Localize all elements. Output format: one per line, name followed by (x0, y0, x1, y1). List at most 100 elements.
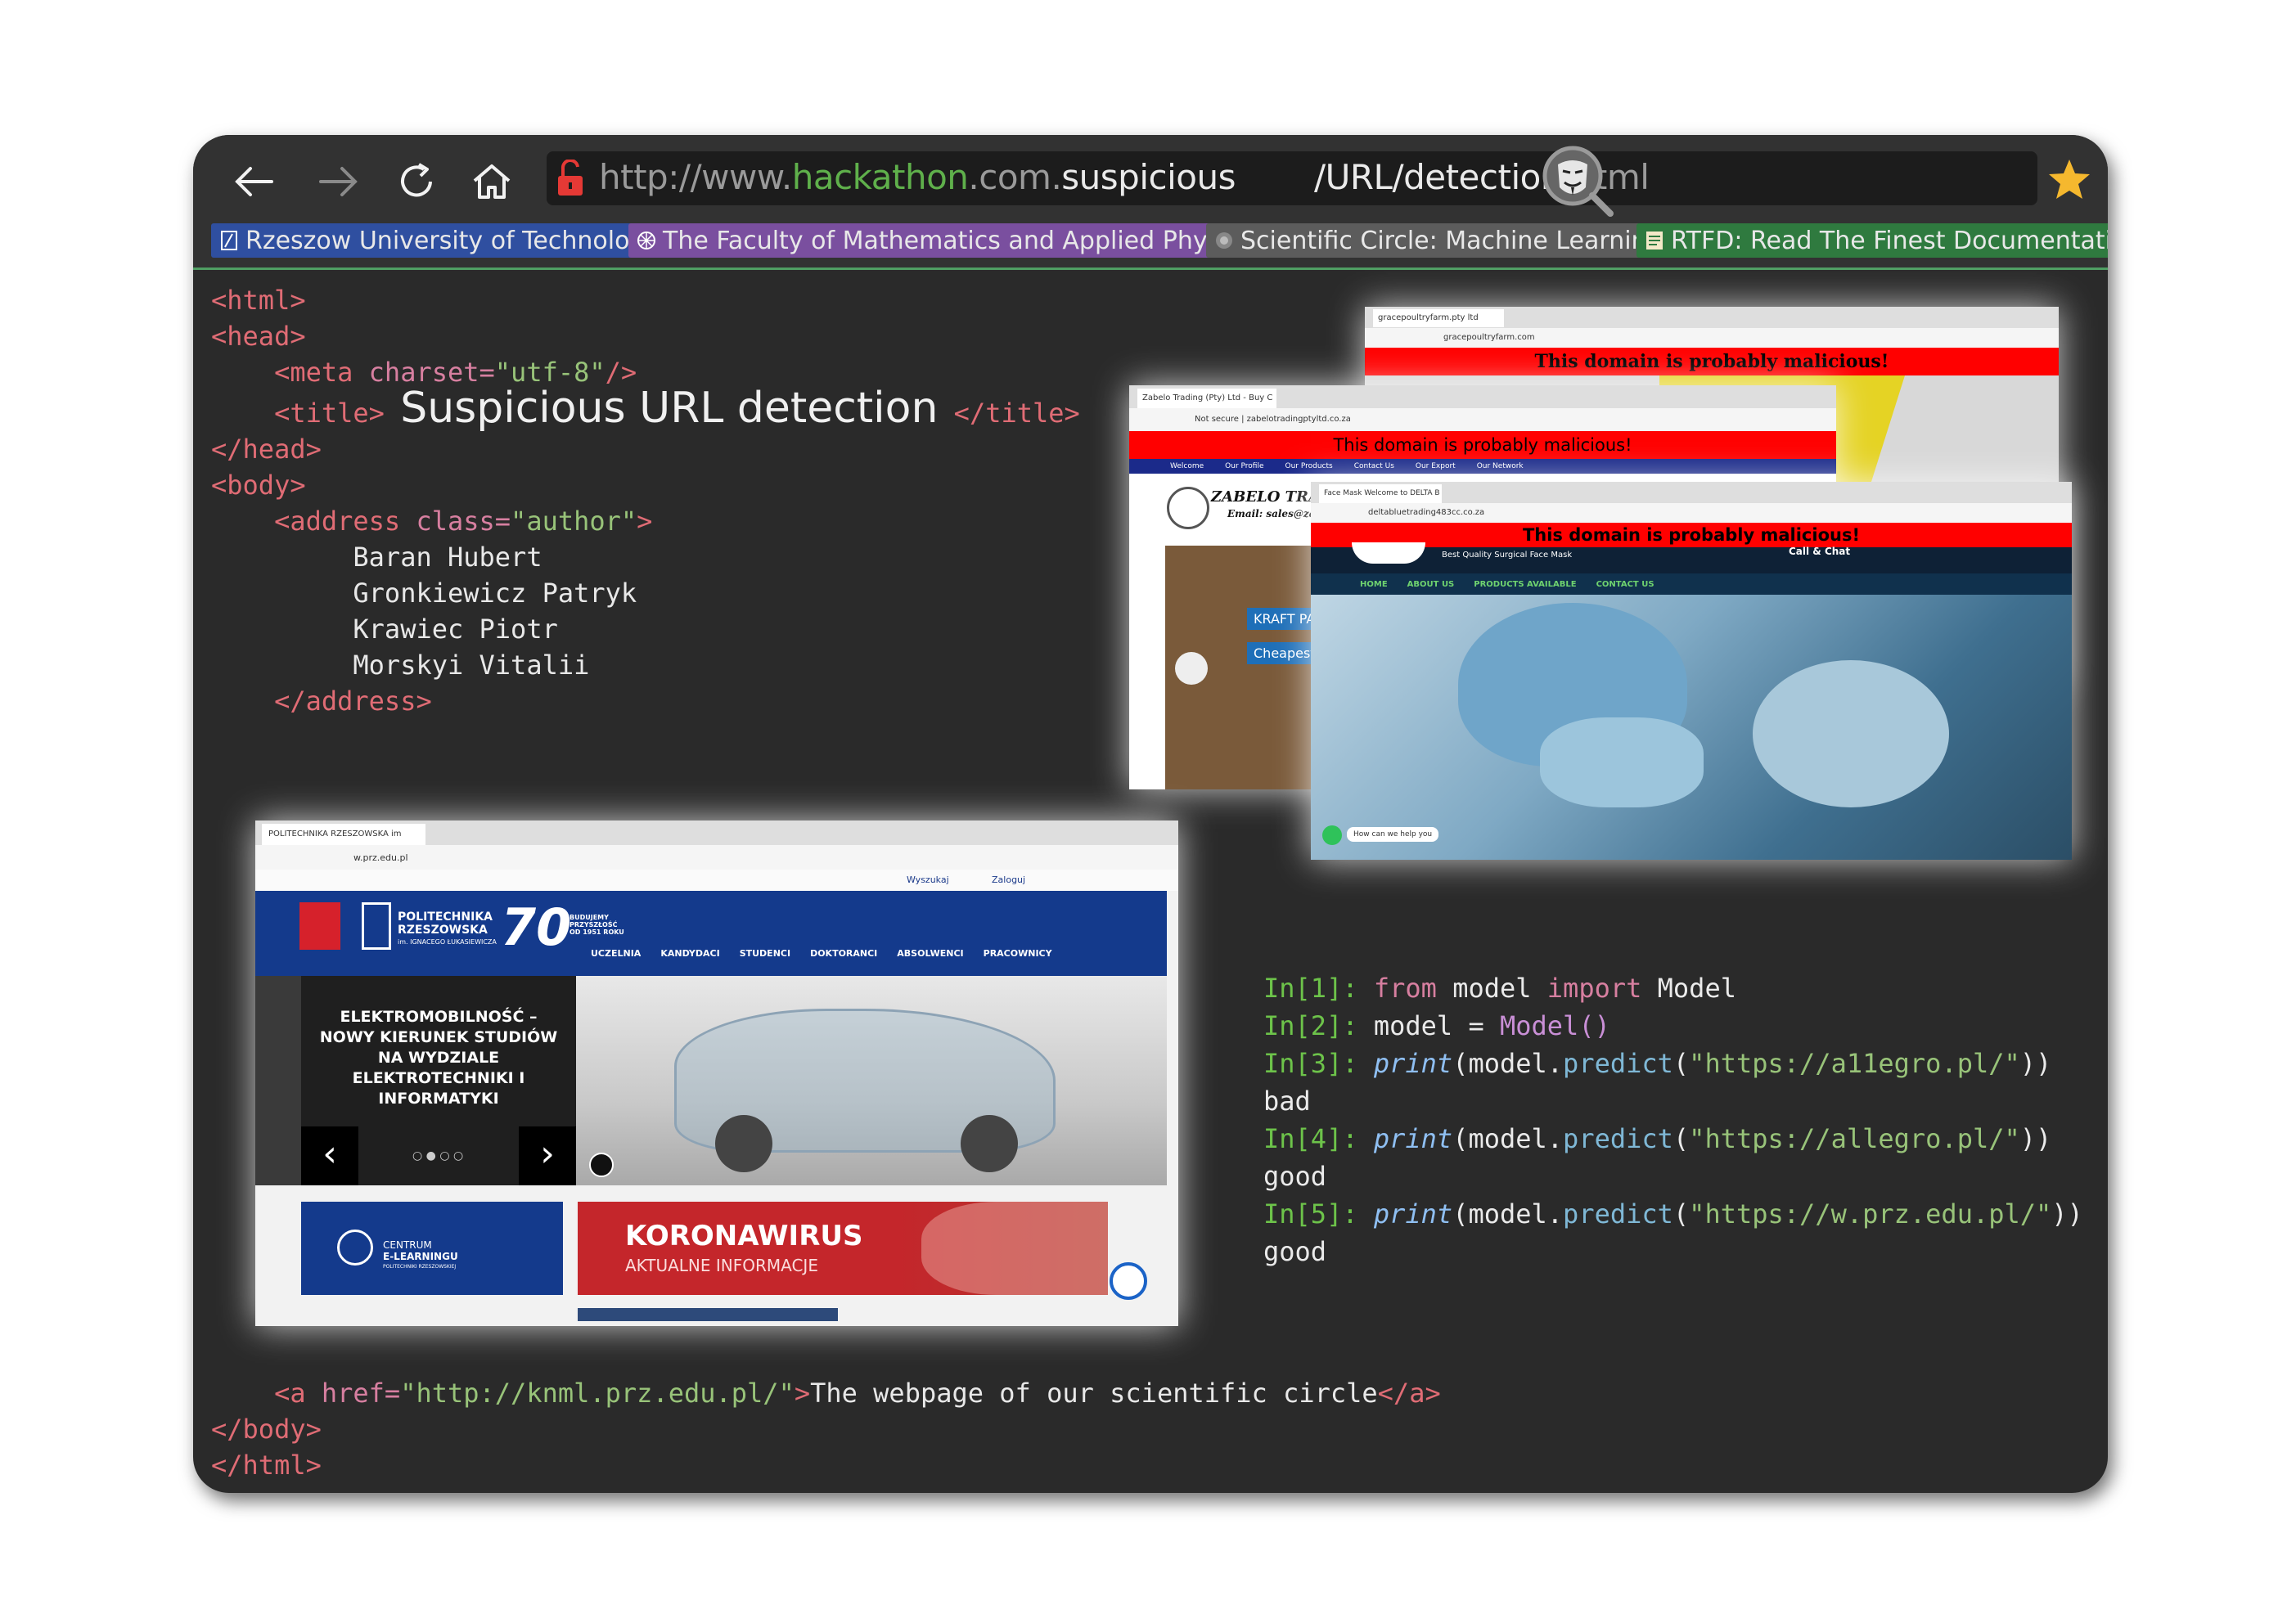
tab-strip: Zabelo Trading (Pty) Ltd - Buy C (1129, 385, 1836, 408)
play-icon[interactable] (589, 1153, 614, 1177)
code-token: <address (274, 506, 416, 537)
output-good: good (1263, 1161, 1327, 1192)
tab-strip: Face Mask Welcome to DELTA B (1311, 482, 2072, 503)
site-nav: Welcome Our Profile Our Products Contact… (1129, 459, 1836, 474)
code-token: print (1373, 1198, 1453, 1230)
author-name: Baran Hubert (353, 542, 542, 573)
code-token: import (1546, 973, 1642, 1004)
star-icon[interactable] (2046, 156, 2093, 204)
code-token: <a (274, 1378, 322, 1409)
forward-button[interactable] (309, 153, 367, 210)
bookmark-rzeszow-university[interactable]: Rzeszow University of Technology (211, 223, 669, 258)
code-token: predict (1563, 1198, 1673, 1230)
code-token: </a> (1377, 1378, 1441, 1409)
elearning-tile[interactable]: CENTRUM E-LEARNINGU POLITECHNIKI RZESZOW… (301, 1202, 563, 1295)
reload-button[interactable] (388, 153, 445, 210)
hero-next-button[interactable]: › (519, 1126, 576, 1185)
surgeons-photo (1311, 595, 2072, 860)
code-token: > (637, 506, 653, 537)
url-text: http://www.hackathon.com.suspicious/URL/… (599, 157, 1650, 197)
code-token: print (1373, 1123, 1453, 1154)
html-code-top: <html> <head> <meta charset="utf-8"/> <t… (211, 282, 1080, 719)
bookmark-scientific-circle[interactable]: Scientific Circle: Machine Learning (1206, 223, 1671, 258)
bookmark-faculty[interactable]: The Faculty of Mathematics and Applied P… (628, 223, 1262, 258)
code-token: model (1436, 973, 1547, 1004)
site-nav: HOME ABOUT US PRODUCTS AVAILABLE CONTACT… (1311, 573, 2072, 595)
python-repl: In[1]: from model import Model In[2]: mo… (1263, 969, 2083, 1270)
carousel-prev[interactable] (1175, 652, 1208, 685)
circle-logo-icon (1214, 231, 1234, 250)
unlocked-padlock-icon (558, 160, 583, 196)
code-token: (model. (1452, 1198, 1564, 1230)
address-bar[interactable]: http://www.hackathon.com.suspicious/URL/… (547, 146, 2037, 217)
code-token: print (1373, 1048, 1453, 1079)
browser-window: http://www.hackathon.com.suspicious/URL/… (193, 135, 2108, 1493)
author-name: Morskyi Vitalii (353, 650, 590, 681)
university-logo-icon (219, 231, 239, 250)
tile-strip (578, 1308, 838, 1321)
malicious-warning-banner: This domain is probably malicious! (1129, 431, 1836, 459)
back-arrow-icon (235, 167, 273, 196)
code-token: </title> (953, 398, 1080, 429)
deltablue-logo (1352, 542, 1425, 564)
code-token: Model (1641, 973, 1736, 1004)
tab-strip: POLITECHNIKA RZESZOWSKA im (255, 820, 1178, 845)
whatsapp-icon[interactable] (1322, 825, 1342, 845)
anniversary-70: 70 (501, 897, 572, 957)
prz-nav: UCZELNIA KANDYDACI STUDENCI DOKTORANCI A… (591, 948, 1052, 959)
hero-prev-button[interactable]: ‹ (301, 1126, 358, 1185)
hero-headline: ELEKTROMOBILNOŚĆ – NOWY KIERUNEK STUDIÓW… (319, 1008, 558, 1108)
malicious-warning-banner: This domain is probably malicious! (1365, 348, 2059, 375)
home-icon (473, 164, 511, 199)
html-code-bottom: <a href="http://knml.prz.edu.pl/">The we… (211, 1375, 1441, 1483)
code-token: )) (2019, 1123, 2052, 1154)
code-token: In[5]: (1263, 1198, 1358, 1230)
carousel-dots[interactable]: ○ ● ○ ○ (412, 1149, 463, 1162)
reload-icon (401, 163, 432, 197)
code-token: </head> (211, 434, 322, 465)
code-token: Model() (1499, 1010, 1610, 1041)
code-token: In[2]: (1263, 1010, 1358, 1041)
code-token: <head> (211, 321, 306, 352)
anonymous-mask-icon (1542, 146, 1614, 217)
code-token: <body> (211, 470, 306, 501)
prz-header: POLITECHNIKA RZESZOWSKA im. IGNACEGO ŁUK… (255, 891, 1167, 976)
address-strip: Not secure | zabelotradingptyltd.co.za (1129, 408, 1836, 431)
code-token: from (1373, 973, 1437, 1004)
code-token: <html> (211, 285, 306, 316)
hero-area: ELEKTROMOBILNOŚĆ – NOWY KIERUNEK STUDIÓW… (255, 976, 1167, 1185)
code-token: predict (1563, 1123, 1673, 1154)
code-token: </address> (274, 686, 432, 717)
code-token: "https://a11egro.pl/" (1689, 1048, 2020, 1079)
code-token: class= (416, 506, 511, 537)
document-icon (1645, 231, 1664, 250)
output-good: good (1263, 1236, 1327, 1267)
code-token: ( (1672, 1123, 1690, 1154)
code-token: model = (1357, 1010, 1500, 1041)
forward-arrow-icon (319, 167, 358, 196)
hero-text-panel: ELEKTROMOBILNOŚĆ – NOWY KIERUNEK STUDIÓW… (301, 976, 576, 1185)
home-button[interactable] (463, 153, 520, 210)
messenger-icon[interactable] (1110, 1262, 1147, 1300)
code-token: )) (2051, 1198, 2083, 1230)
back-button[interactable] (226, 153, 283, 210)
code-token: (model. (1452, 1048, 1564, 1079)
browser-toolbar: http://www.hackathon.com.suspicious/URL/… (193, 135, 2108, 268)
code-token: "https://w.prz.edu.pl/" (1689, 1198, 2052, 1230)
code-token: > (794, 1378, 811, 1409)
login-link[interactable]: Zaloguj (992, 874, 1025, 885)
author-name: Krawiec Piotr (353, 614, 558, 645)
koronawirus-tile[interactable]: KORONAWIRUS AKTUALNE INFORMACJE (578, 1202, 1108, 1295)
address-strip: w.prz.edu.pl (255, 845, 1178, 870)
code-token: <title> (274, 398, 385, 429)
toolbar-separator (193, 268, 2108, 270)
address-strip: deltabluetrading483cc.co.za (1311, 503, 2072, 523)
address-strip: gracepoultryfarm.com (1365, 328, 2059, 348)
circle-link[interactable]: The webpage of our scientific circle (810, 1378, 1378, 1409)
bookmark-rtfd[interactable]: RTFD: Read The Finest Documentation (1636, 223, 2108, 258)
code-token: href= (321, 1378, 401, 1409)
faculty-logo-icon (637, 231, 656, 250)
code-token: ( (1672, 1198, 1690, 1230)
search-link[interactable]: Wyszukaj (907, 874, 949, 885)
utility-bar: Wyszukaj Zaloguj (255, 870, 1178, 891)
